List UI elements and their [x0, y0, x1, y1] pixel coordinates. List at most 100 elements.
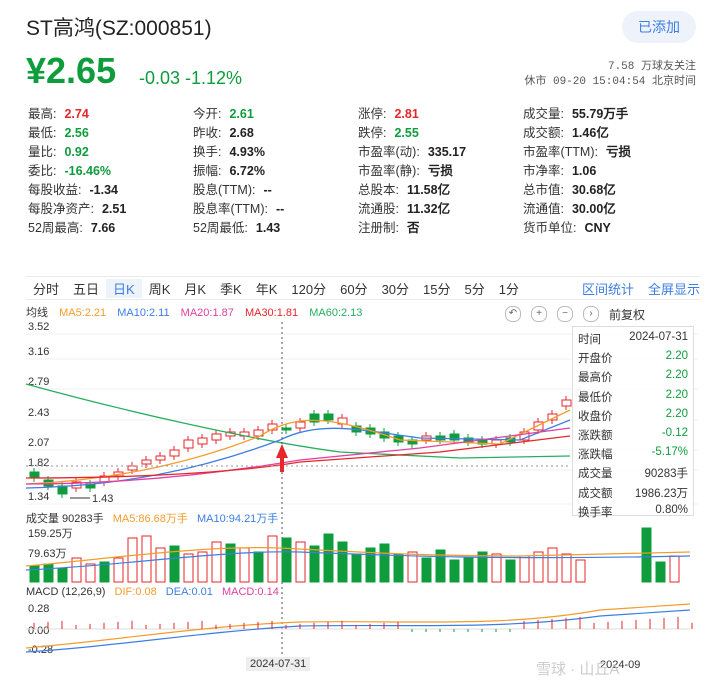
volume-bar [295, 541, 306, 583]
tooltip-key: 成交量 [578, 468, 613, 481]
volume-bar [267, 535, 278, 583]
tooltip-value: -5.17% [651, 446, 688, 459]
candle [561, 399, 572, 407]
tooltip-key: 成交额 [578, 487, 613, 500]
volume-bar [323, 533, 334, 583]
tooltip-row: 涨跌幅 -5.17% [578, 446, 688, 465]
volume-bar [393, 553, 404, 583]
tooltip-value: 2.20 [665, 369, 688, 382]
tooltip-value: -0.12 [661, 426, 688, 439]
volume-bar [309, 545, 320, 583]
candle [281, 427, 292, 431]
volume-bar [669, 555, 680, 583]
dif-label: DIF:0.08 [114, 586, 157, 598]
volume-axis-label: 159.25万 [28, 528, 73, 540]
dea-label: DEA:0.01 [165, 586, 213, 598]
candle [295, 421, 306, 429]
price-axis-label: 3.52 [28, 321, 49, 333]
tooltip-row: 涨跌额 -0.12 [578, 427, 688, 446]
macd-value-label: MACD:0.14 [221, 586, 279, 598]
vol-ma10-label: MA10:94.21万手 [196, 513, 279, 525]
macd-axis-label: 0.00 [28, 625, 49, 637]
tooltip-key: 最高价 [578, 372, 613, 385]
volume-bar [449, 559, 460, 583]
volume-bar [519, 555, 530, 583]
volume-bar [253, 551, 264, 583]
watermark: 雪球 · 山丘A [536, 661, 620, 678]
low-price-marker: 1.43 [92, 493, 113, 505]
tooltip-row: 收盘价 2.20 [578, 408, 688, 427]
price-axis-label: 2.07 [28, 437, 49, 449]
tooltip-row: 最高价 2.20 [578, 369, 688, 388]
volume-bar [477, 551, 488, 583]
volume-bar [491, 553, 502, 583]
tooltip-value: 2.20 [665, 407, 688, 420]
tooltip-key: 换手率 [578, 506, 613, 519]
tooltip-key: 涨跌额 [578, 429, 613, 442]
volume-bar [127, 537, 138, 583]
tooltip-key: 收盘价 [578, 410, 613, 423]
crosshair-date-badge: 2024-07-31 [246, 657, 311, 671]
macd-axis-label: 0.28 [28, 603, 49, 615]
price-axis-label: 3.16 [28, 346, 49, 358]
candle [211, 433, 222, 441]
tooltip-key: 最低价 [578, 391, 613, 404]
crosshair-arrow-icon [276, 444, 288, 472]
tooltip-row: 换手率 0.80% [578, 504, 688, 523]
volume-legend: 成交量 90283手 MA5:86.68万手 MA10:94.21万手 [26, 510, 278, 526]
macd-title: MACD (12,26,9) [26, 586, 106, 598]
tooltip-value: 0.80% [655, 503, 688, 516]
tooltip-row: 成交额 1986.23万 [578, 485, 688, 504]
tooltip-value: 2024-07-31 [629, 331, 688, 343]
tooltip-row: 开盘价 2.20 [578, 350, 688, 369]
volume-bar [575, 559, 586, 583]
tooltip-row: 成交量 90283手 [578, 465, 688, 484]
volume-bar [505, 559, 516, 583]
tooltip-row: 最低价 2.20 [578, 389, 688, 408]
volume-bar [57, 567, 68, 583]
tooltip-value: 2.20 [665, 388, 688, 401]
price-axis-label: 1.82 [28, 457, 49, 469]
candle [29, 471, 40, 479]
tooltip-key: 开盘价 [578, 353, 613, 366]
volume-bar [421, 557, 432, 583]
volume-bar [655, 561, 666, 583]
candle [155, 455, 166, 461]
volume-bar [379, 543, 390, 583]
candle [183, 439, 194, 449]
tooltip-key: 涨跌幅 [578, 449, 613, 462]
volume-bar [641, 527, 652, 583]
kline-tooltip: 时间 2024-07-31 开盘价 2.20 最高价 2.20 最低价 2.20 收盘价 2.20… [572, 326, 694, 519]
tooltip-key: 时间 [578, 334, 601, 346]
tooltip-value: 1986.23万 [634, 487, 688, 500]
candle [197, 437, 208, 445]
volume-bar [337, 541, 348, 583]
vol-ma5-label: MA5:86.68万手 [112, 513, 188, 525]
macd-legend: MACD (12,26,9) DIF:0.08 DEA:0.01 MACD:0.… [26, 586, 279, 598]
volume-bar [183, 553, 194, 583]
tooltip-value: 90283手 [644, 468, 688, 481]
volume-bar [463, 557, 474, 583]
price-axis-label: 2.79 [28, 376, 49, 388]
volume-bar [85, 563, 96, 583]
dea-line [25, 609, 691, 653]
tooltip-row: 时间 2024-07-31 [578, 331, 688, 350]
candle [127, 465, 138, 471]
volume-bar [43, 563, 54, 583]
candle [169, 449, 180, 457]
candle [323, 413, 334, 421]
volume-axis-label: 79.63万 [28, 548, 67, 560]
volume-bar [225, 543, 236, 583]
candle [141, 459, 152, 465]
volume-bar [113, 557, 124, 583]
volume-bar [29, 565, 40, 583]
ma-line [25, 409, 571, 485]
volume-bar [281, 537, 292, 583]
price-axis-label: 2.43 [28, 407, 49, 419]
tooltip-value: 2.20 [665, 350, 688, 363]
price-axis-label: 1.34 [28, 491, 49, 503]
volume-bar [533, 551, 544, 583]
volume-label: 成交量 90283手 [26, 513, 104, 525]
volume-bar [351, 553, 362, 583]
volume-bar [547, 547, 558, 583]
